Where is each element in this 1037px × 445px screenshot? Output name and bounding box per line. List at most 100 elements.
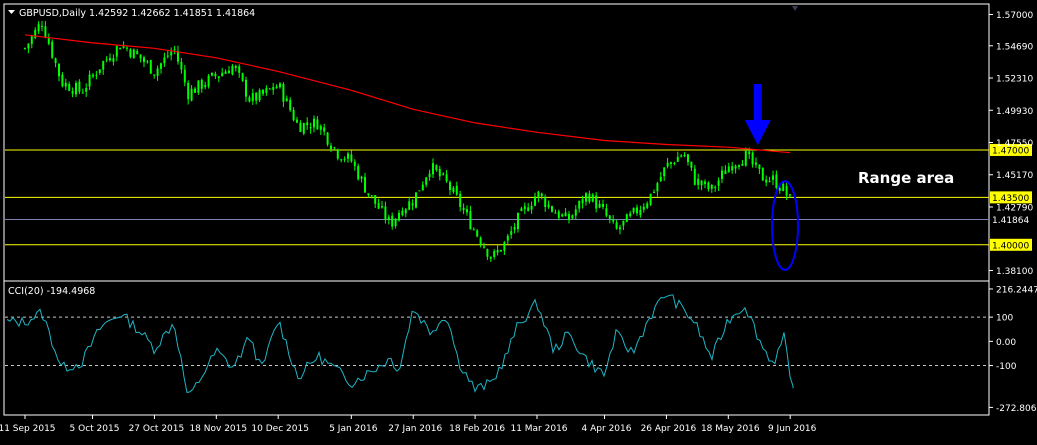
candle-body (109, 58, 111, 61)
down-arrow-icon (753, 84, 762, 120)
candle-body (639, 209, 642, 216)
candle-body (296, 119, 298, 123)
candle-body (224, 71, 227, 74)
candle-body (615, 222, 618, 229)
candle-body (353, 161, 356, 166)
candle-body (608, 215, 611, 220)
candle-body (527, 207, 530, 211)
cci-indicator-label: CCI(20) -194.4968 (8, 286, 95, 297)
time-tick-label: 27 Jan 2016 (388, 424, 442, 434)
candle-body (537, 191, 540, 198)
cci-tick-label: 100 (996, 314, 1013, 324)
price-tick-label: 1.52310 (996, 75, 1033, 85)
candle-body (105, 59, 108, 61)
candle-body (724, 170, 727, 175)
candle-body (306, 122, 309, 126)
time-tick-label: 4 Apr 2016 (582, 424, 632, 434)
candle-body (241, 73, 244, 81)
candle-body (190, 88, 193, 101)
candle-body (683, 154, 686, 157)
candle-body (721, 170, 723, 179)
candle-body (258, 90, 261, 101)
candle-body (540, 193, 543, 197)
candle-body (622, 220, 625, 226)
candle-body (24, 48, 26, 50)
candle-body (479, 237, 482, 245)
candle-body (768, 180, 771, 182)
candle-body (27, 43, 30, 49)
candle-body (411, 203, 414, 206)
candle-body (102, 61, 105, 70)
candle-body (459, 193, 462, 208)
candle-body (384, 206, 387, 220)
candle-body (561, 214, 564, 217)
candle-body (377, 202, 380, 209)
candle-body (666, 162, 669, 167)
candle-body (364, 176, 366, 193)
candle-body (476, 230, 479, 237)
candle-body (493, 251, 496, 257)
time-tick-label: 9 Jun 2016 (768, 424, 817, 434)
candle-body (319, 125, 322, 130)
candle-body (659, 176, 662, 182)
candle-body (517, 212, 519, 230)
candle-body (54, 58, 57, 64)
candle-body (472, 229, 475, 231)
price-tick-label: 1.47550 (996, 139, 1033, 149)
candle-body (98, 69, 101, 73)
candle-body (357, 165, 360, 180)
candle-body (214, 73, 217, 77)
candle-body (387, 216, 390, 221)
candle-body (557, 211, 560, 218)
candle-body (625, 214, 628, 223)
candle-body (612, 219, 615, 222)
candle-body (326, 132, 329, 145)
candle-body (268, 88, 271, 90)
candle-body (71, 91, 74, 94)
candle-body (156, 68, 159, 76)
candle-body (211, 72, 213, 76)
candle-body (343, 158, 346, 160)
candle-body (636, 207, 638, 214)
candle-body (506, 235, 509, 241)
candle-body (568, 213, 570, 221)
candle-body (340, 159, 343, 161)
candle-body (782, 184, 785, 191)
candle-body (360, 176, 363, 179)
candle-body (727, 166, 730, 173)
time-tick-label: 5 Oct 2015 (70, 424, 120, 434)
candle-body (663, 167, 666, 177)
candle-body (51, 41, 54, 58)
candle-body (285, 98, 288, 102)
time-tick-label: 26 Apr 2016 (641, 424, 697, 434)
cci-tick-label: -272.8061 (996, 404, 1037, 414)
candle-body (136, 51, 139, 54)
candle-body (632, 207, 635, 213)
candle-body (687, 154, 689, 163)
candle-body (183, 69, 186, 83)
candle-body (330, 145, 332, 150)
candle-body (251, 93, 254, 102)
candle-body (462, 207, 465, 211)
candle-body (119, 47, 122, 50)
candle-body (530, 205, 533, 210)
candle-body (449, 182, 451, 191)
candle-body (81, 92, 84, 94)
candle-body (544, 196, 547, 208)
candle-body (404, 209, 407, 214)
candle-body (710, 184, 713, 189)
candle-body (438, 168, 441, 177)
candle-body (578, 200, 581, 209)
candle-body (221, 72, 224, 77)
candle-body (700, 180, 703, 186)
candle-body (680, 155, 683, 157)
level-price-tag-label: 1.43500 (992, 194, 1029, 204)
candle-body (738, 165, 740, 167)
candle-body (41, 26, 43, 28)
candle-body (367, 193, 370, 195)
candle-body (149, 60, 152, 74)
candle-body (408, 201, 411, 210)
candle-body (486, 249, 489, 257)
price-tick-label: 1.57000 (996, 11, 1033, 21)
cci-tick-label: -100 (996, 362, 1017, 372)
